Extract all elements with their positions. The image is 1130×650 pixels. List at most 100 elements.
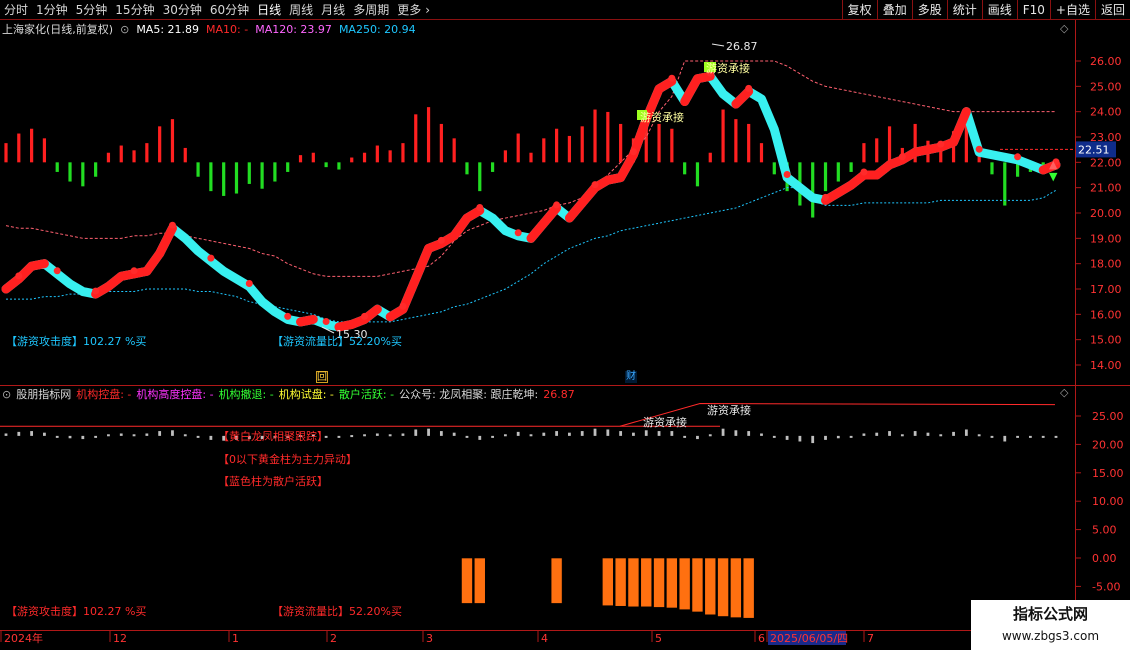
- price-axis-label: 26.00: [1090, 55, 1122, 68]
- sub-note-3: 【蓝色柱为散户活跃】: [218, 475, 328, 488]
- oscillator-bar: [619, 431, 623, 436]
- sub-axis-label: 25.00: [1092, 410, 1124, 423]
- indicator-histogram-bar: [478, 162, 482, 192]
- oscillator-bar: [401, 433, 405, 436]
- oscillator-bar: [209, 435, 213, 440]
- price-up-segment: [296, 314, 318, 327]
- price-up-segment: [949, 107, 971, 147]
- oscillator-bar: [1028, 435, 1032, 438]
- main-info-line: 上海家化(日线,前复权) ⊙ MA5: 21.89 MA10: - MA120:…: [2, 21, 423, 37]
- oscillator-bar: [132, 434, 136, 437]
- settings-icon[interactable]: ⊙: [2, 388, 11, 401]
- price-axis-label: 23.00: [1090, 131, 1122, 144]
- oscillator-bar: [888, 431, 891, 436]
- orange-bar: [473, 557, 486, 604]
- sub-indicator-header: ⊙ 股朋指标网 机构控盘: - 机构高度控盘: - 机构撤退: - 机构试盘: - 散户…: [2, 386, 580, 402]
- indicator-title[interactable]: 股朋指标网: [16, 386, 71, 402]
- stock-title[interactable]: 上海家化(日线,前复权): [2, 21, 113, 37]
- diamond-icon: ◇: [1060, 386, 1069, 399]
- oscillator-bar: [939, 434, 943, 437]
- oscillator-bar: [913, 431, 917, 436]
- indicator-histogram-bar: [388, 150, 392, 163]
- watermark: 指标公式网 www.zbgs3.com: [971, 600, 1130, 650]
- oscillator-bar: [798, 435, 802, 442]
- oscillator-bar: [337, 435, 341, 438]
- oscillator-bar: [452, 432, 456, 436]
- price-point-marker: [168, 221, 176, 229]
- price-up-segment: [155, 223, 177, 259]
- price-axis-label: 19.00: [1090, 232, 1122, 245]
- sub-axis-label: 10.00: [1092, 495, 1124, 508]
- orange-bar: [742, 557, 755, 619]
- oscillator-bar: [900, 434, 904, 437]
- oscillator-bar: [734, 430, 738, 436]
- oscillator-bar: [747, 431, 751, 436]
- indicator-histogram-bar: [747, 123, 751, 163]
- main-price-chart[interactable]: 26.8715.30游资承接游资承接▲▼◇◇: [1, 22, 1075, 399]
- oscillator-bar: [606, 429, 610, 436]
- ma250-value: MA250: 20.94: [338, 22, 416, 36]
- price-point-marker: [15, 272, 23, 280]
- price-band-line: [1, 71, 1061, 332]
- price-axis: 22.51 14.00 15.00 16.00 17.00 18.00 19.00 20.00…: [1075, 55, 1124, 593]
- price-point-marker: [591, 181, 599, 189]
- oscillator-bar: [414, 429, 418, 436]
- price-point-marker: [745, 84, 753, 92]
- price-axis-label: 21.00: [1090, 182, 1122, 195]
- oscillator-bar: [529, 434, 533, 437]
- oscillator-bar: [849, 435, 853, 438]
- ma10-value: MA10: -: [206, 22, 249, 36]
- sub-axis-label: 15.00: [1092, 467, 1124, 480]
- indicator-histogram-bar: [875, 138, 879, 163]
- oscillator-bar: [17, 431, 21, 436]
- price-axis-label: 15.00: [1090, 334, 1122, 347]
- oscillator-bar: [55, 435, 59, 438]
- indicator-histogram-bar: [606, 111, 610, 163]
- oscillator-bar: [657, 431, 661, 436]
- price-up-segment: [462, 205, 485, 223]
- oscillator-bar: [119, 433, 123, 436]
- sub-axis-label: 5.00: [1092, 524, 1117, 537]
- finance-marker[interactable]: 财: [625, 371, 637, 383]
- indicator-histogram-bar: [452, 138, 456, 163]
- review-marker[interactable]: 回: [316, 371, 328, 383]
- oscillator-bar: [593, 428, 597, 436]
- oscillator-bar: [875, 432, 879, 436]
- oscillator-bar: [1054, 435, 1058, 438]
- sub-indicator-chart[interactable]: 游资承接游资承接: [0, 403, 1058, 619]
- orange-bar: [627, 557, 640, 608]
- price-up-segment: [692, 71, 715, 84]
- price-axis-label: 14.00: [1090, 359, 1122, 372]
- price-point-marker: [1014, 153, 1022, 161]
- orange-bar: [614, 557, 627, 607]
- time-axis-label: 7: [867, 632, 874, 645]
- sub-annotation-label: 游资承接: [707, 404, 751, 417]
- indicator-histogram-bar: [209, 162, 213, 192]
- attack-degree-label: 【游资攻击度】102.27 %买: [6, 335, 147, 348]
- indicator-histogram-bar: [823, 162, 828, 192]
- price-point-marker: [783, 171, 791, 179]
- indicator-histogram-bar: [106, 152, 111, 163]
- oscillator-bar: [760, 433, 763, 436]
- indicator-histogram-bar: [721, 109, 725, 163]
- oscillator-bar: [516, 431, 520, 436]
- sub-indicator-item-4: 散户活跃: -: [338, 388, 395, 401]
- price-point-marker: [822, 193, 830, 201]
- price-axis-label: 22.00: [1090, 156, 1122, 169]
- time-axis-label: 2024年: [4, 631, 43, 645]
- oscillator-bar: [427, 428, 430, 436]
- indicator-histogram-bar: [836, 162, 840, 182]
- settings-icon[interactable]: ⊙: [120, 23, 129, 36]
- orange-bar: [691, 557, 704, 613]
- price-up-segment: [654, 76, 677, 94]
- arrow-down-icon: ▼: [1049, 170, 1058, 183]
- sub-flow-ratio-label: 【游资流量比】52.20%买: [272, 605, 402, 618]
- sub-axis-label: -5.00: [1092, 580, 1120, 593]
- sub-indicator-item-2: 机构撤退: -: [218, 388, 274, 401]
- indicator-histogram-bar: [683, 162, 687, 175]
- oscillator-bar: [1016, 435, 1019, 438]
- indicator-histogram-bar: [555, 128, 559, 163]
- sub-indicator-item-0: 机构控盘: -: [76, 388, 132, 401]
- indicator-histogram-bar: [132, 150, 136, 163]
- oscillator-bar: [478, 435, 482, 440]
